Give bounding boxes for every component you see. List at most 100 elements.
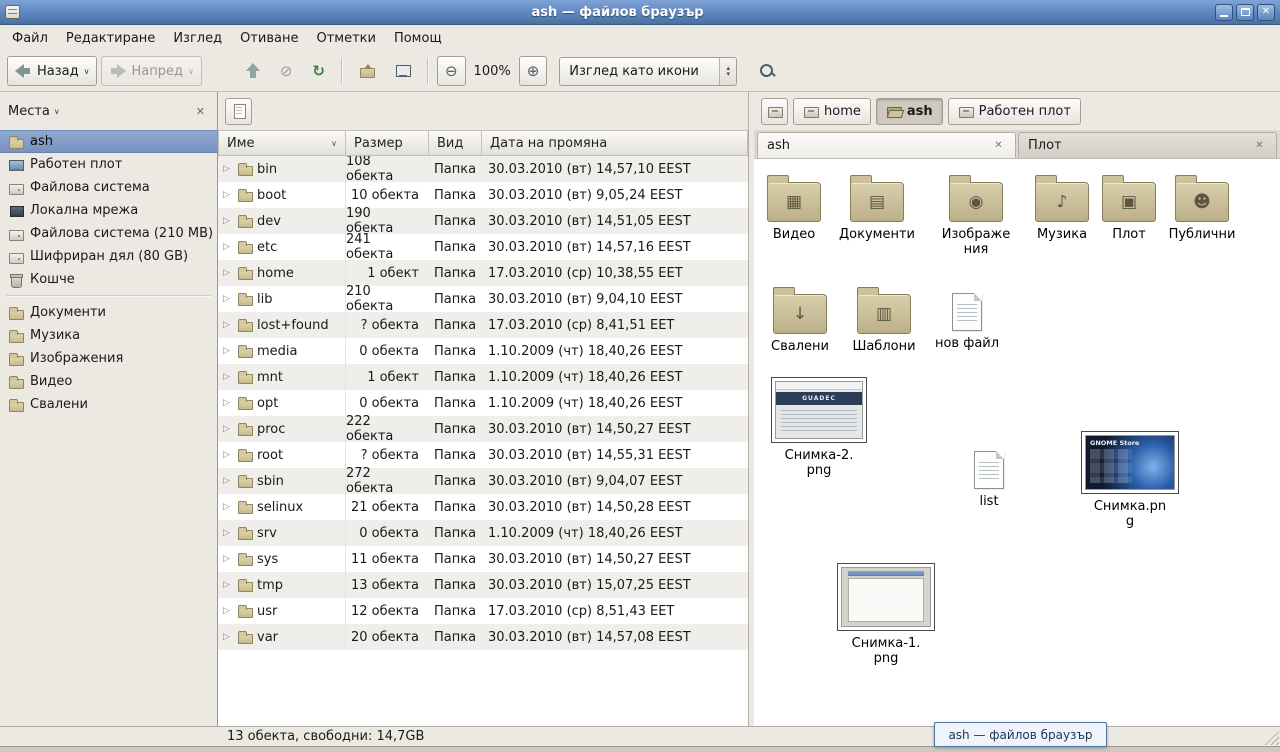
expander-icon[interactable]: ▷ xyxy=(223,424,233,434)
sidebar-place-item[interactable]: Кошче xyxy=(0,268,217,291)
file-row[interactable]: ▷ mnt 1 обект Папка 1.10.2009 (чт) 18,40… xyxy=(218,364,748,390)
expander-icon[interactable]: ▷ xyxy=(223,216,233,226)
file-row[interactable]: ▷ sys 11 обекта Папка 30.03.2010 (вт) 14… xyxy=(218,546,748,572)
file-row[interactable]: ▷ dev 190 обекта Папка 30.03.2010 (вт) 1… xyxy=(218,208,748,234)
sidebar-chevron-icon[interactable]: ∨ xyxy=(54,107,60,116)
sidebar-bookmark-item[interactable]: Видео xyxy=(0,370,217,393)
folder-icon-item[interactable]: ▤ Документи xyxy=(839,175,915,242)
column-header-size[interactable]: Размер xyxy=(346,130,429,156)
zoom-out-button[interactable]: ⊖ xyxy=(437,56,466,86)
expander-icon[interactable]: ▷ xyxy=(223,398,233,408)
expander-icon[interactable]: ▷ xyxy=(223,450,233,460)
home-button[interactable] xyxy=(351,56,383,86)
breadcrumb-button[interactable]: Работен плот xyxy=(948,98,1081,125)
stop-button[interactable]: ⊘ xyxy=(272,56,301,86)
sidebar-bookmark-item[interactable]: Свалени xyxy=(0,393,217,416)
pane-tab[interactable]: ash ✕ xyxy=(757,132,1016,158)
file-row[interactable]: ▷ lost+found ? обекта Папка 17.03.2010 (… xyxy=(218,312,748,338)
expander-icon[interactable]: ▷ xyxy=(223,346,233,356)
file-row[interactable]: ▷ tmp 13 обекта Папка 30.03.2010 (вт) 15… xyxy=(218,572,748,598)
column-header-name[interactable]: Име ∨ xyxy=(218,130,346,156)
pane-root-button[interactable] xyxy=(225,98,252,125)
file-row[interactable]: ▷ bin 108 обекта Папка 30.03.2010 (вт) 1… xyxy=(218,156,748,182)
tab-close-button[interactable]: ✕ xyxy=(991,138,1006,153)
reload-button[interactable]: ↻ xyxy=(304,56,333,86)
file-icon-item[interactable]: нов файл xyxy=(929,287,1005,351)
breadcrumb-button[interactable]: ash xyxy=(876,98,943,125)
column-header-date[interactable]: Дата на промяна xyxy=(482,130,748,156)
sidebar-place-item[interactable]: Шифриран дял (80 GB) xyxy=(0,245,217,268)
zoom-in-button[interactable]: ⊕ xyxy=(519,56,548,86)
folder-icon-item[interactable]: ◉ Изображения xyxy=(938,175,1014,257)
folder-icon-item[interactable]: ☻ Публични xyxy=(1164,175,1240,242)
column-header-type[interactable]: Вид xyxy=(429,130,482,156)
file-row[interactable]: ▷ home 1 обект Папка 17.03.2010 (ср) 10,… xyxy=(218,260,748,286)
menu-item[interactable]: Изглед xyxy=(164,25,231,51)
file-row[interactable]: ▷ etc 241 обекта Папка 30.03.2010 (вт) 1… xyxy=(218,234,748,260)
folder-icon-item[interactable]: ↓ Свалени xyxy=(762,287,838,354)
expander-icon[interactable]: ▷ xyxy=(223,606,233,616)
expander-icon[interactable]: ▷ xyxy=(223,580,233,590)
sidebar-place-item[interactable]: Работен плот xyxy=(0,153,217,176)
forward-button[interactable]: Напред ∨ xyxy=(101,56,201,86)
expander-icon[interactable]: ▷ xyxy=(223,242,233,252)
folder-icon-item[interactable]: ♪ Музика xyxy=(1024,175,1100,242)
taskbar-window-button[interactable]: ash — файлов браузър xyxy=(934,722,1107,747)
computer-button[interactable] xyxy=(387,56,419,86)
expander-icon[interactable]: ▷ xyxy=(223,268,233,278)
file-row[interactable]: ▷ usr 12 обекта Папка 17.03.2010 (ср) 8,… xyxy=(218,598,748,624)
search-button[interactable] xyxy=(751,56,783,86)
sidebar-place-item[interactable]: ash xyxy=(0,130,217,153)
file-row[interactable]: ▷ media 0 обекта Папка 1.10.2009 (чт) 18… xyxy=(218,338,748,364)
minimize-button[interactable] xyxy=(1215,4,1233,21)
resize-grip[interactable] xyxy=(1264,730,1279,745)
file-row[interactable]: ▷ proc 222 обекта Папка 30.03.2010 (вт) … xyxy=(218,416,748,442)
sidebar-place-item[interactable]: Файлова система (210 MB) xyxy=(0,222,217,245)
expander-icon[interactable]: ▷ xyxy=(223,320,233,330)
sidebar-close-button[interactable]: ✕ xyxy=(192,103,209,120)
menu-item[interactable]: Помощ xyxy=(385,25,451,51)
sidebar-title[interactable]: Места xyxy=(8,104,50,119)
file-icon-item[interactable]: list xyxy=(951,445,1027,509)
image-icon-item[interactable]: GUADEC Снимка-2.png xyxy=(767,377,871,478)
menu-item[interactable]: Редактиране xyxy=(57,25,164,51)
menu-item[interactable]: Отметки xyxy=(307,25,384,51)
back-button[interactable]: Назад ∨ xyxy=(7,56,97,86)
folder-icon-item[interactable]: ▥ Шаблони xyxy=(846,287,922,354)
pane-root-button[interactable] xyxy=(761,98,788,125)
file-row[interactable]: ▷ sbin 272 обекта Папка 30.03.2010 (вт) … xyxy=(218,468,748,494)
expander-icon[interactable]: ▷ xyxy=(223,476,233,486)
close-button[interactable]: ✕ xyxy=(1257,4,1275,21)
file-row[interactable]: ▷ root ? обекта Папка 30.03.2010 (вт) 14… xyxy=(218,442,748,468)
file-row[interactable]: ▷ boot 10 обекта Папка 30.03.2010 (вт) 9… xyxy=(218,182,748,208)
view-mode-select[interactable]: Изглед като икони ▴ ▾ xyxy=(559,57,737,86)
expander-icon[interactable]: ▷ xyxy=(223,632,233,642)
file-row[interactable]: ▷ var 20 обекта Папка 30.03.2010 (вт) 14… xyxy=(218,624,748,650)
tab-close-button[interactable]: ✕ xyxy=(1252,138,1267,153)
menu-item[interactable]: Файл xyxy=(3,25,57,51)
up-button[interactable] xyxy=(238,56,268,86)
sidebar-place-item[interactable]: Файлова система xyxy=(0,176,217,199)
sidebar-place-item[interactable]: Локална мрежа xyxy=(0,199,217,222)
expander-icon[interactable]: ▷ xyxy=(223,502,233,512)
expander-icon[interactable]: ▷ xyxy=(223,554,233,564)
breadcrumb-button[interactable]: home xyxy=(793,98,871,125)
file-row[interactable]: ▷ lib 210 обекта Папка 30.03.2010 (вт) 9… xyxy=(218,286,748,312)
sidebar-bookmark-item[interactable]: Изображения xyxy=(0,347,217,370)
expander-icon[interactable]: ▷ xyxy=(223,372,233,382)
back-history-chevron-icon[interactable]: ∨ xyxy=(84,67,90,76)
file-row[interactable]: ▷ opt 0 обекта Папка 1.10.2009 (чт) 18,4… xyxy=(218,390,748,416)
image-icon-item[interactable]: Снимка-1.png xyxy=(834,563,938,666)
sidebar-bookmark-item[interactable]: Музика xyxy=(0,324,217,347)
pane-tab[interactable]: Плот ✕ xyxy=(1018,132,1277,158)
expander-icon[interactable]: ▷ xyxy=(223,528,233,538)
menu-item[interactable]: Отиване xyxy=(231,25,307,51)
expander-icon[interactable]: ▷ xyxy=(223,294,233,304)
file-row[interactable]: ▷ selinux 21 обекта Папка 30.03.2010 (вт… xyxy=(218,494,748,520)
file-row[interactable]: ▷ srv 0 обекта Папка 1.10.2009 (чт) 18,4… xyxy=(218,520,748,546)
expander-icon[interactable]: ▷ xyxy=(223,164,233,174)
folder-icon-item[interactable]: ▦ Видео xyxy=(756,175,832,242)
folder-icon-item[interactable]: ▣ Плот xyxy=(1091,175,1167,242)
sidebar-bookmark-item[interactable]: Документи xyxy=(0,301,217,324)
image-icon-item[interactable]: GNOME Store Снимка.png xyxy=(1078,431,1182,529)
